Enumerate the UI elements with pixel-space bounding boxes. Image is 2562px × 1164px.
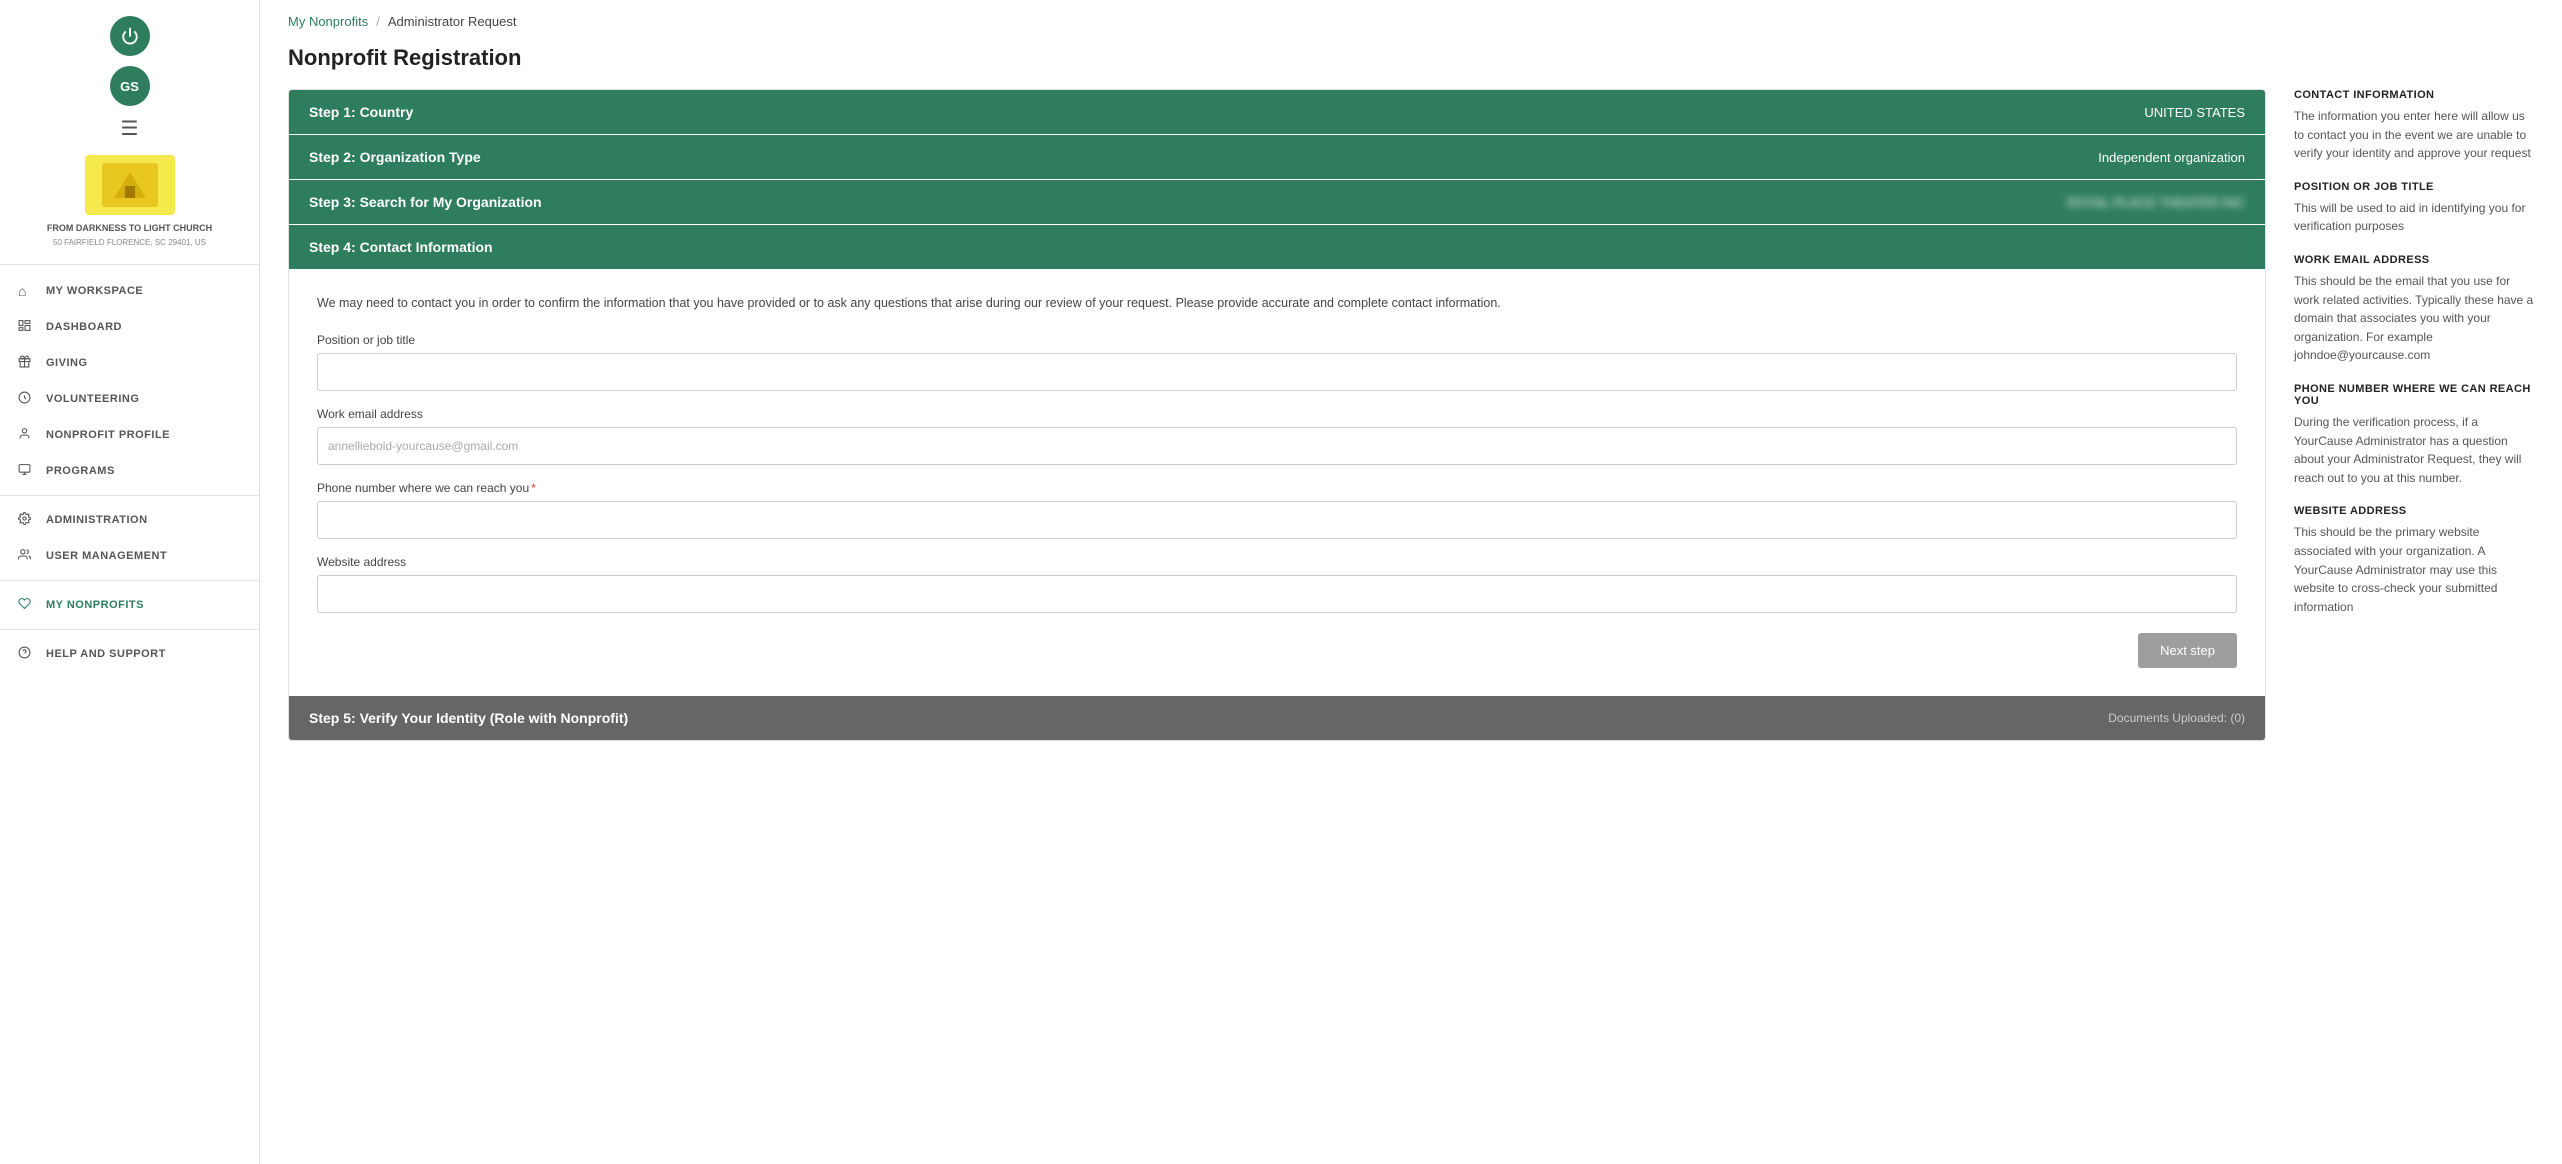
org-logo-image — [102, 163, 158, 207]
right-position-text: This will be used to aid in identifying … — [2294, 199, 2534, 236]
step1-header[interactable]: Step 1: Country UNITED STATES — [289, 90, 2265, 134]
sidebar: GS ☰ FROM DARKNESS TO LIGHT CHURCH 50 FA… — [0, 0, 260, 1164]
right-position-title: POSITION OR JOB TITLE — [2294, 181, 2534, 193]
right-email-title: WORK EMAIL ADDRESS — [2294, 254, 2534, 266]
administration-icon — [18, 512, 34, 528]
sidebar-item-help-and-support[interactable]: HELP AND SUPPORT — [0, 636, 259, 672]
step5-label: Step 5: Verify Your Identity (Role with … — [309, 710, 628, 726]
giving-icon — [18, 355, 34, 371]
right-section-website: WEBSITE ADDRESS This should be the prima… — [2294, 505, 2534, 616]
sidebar-item-dashboard[interactable]: DASHBOARD — [0, 309, 259, 345]
power-button[interactable] — [110, 16, 150, 56]
breadcrumb-separator: / — [376, 14, 380, 29]
website-label: Website address — [317, 555, 2237, 569]
hamburger-menu[interactable]: ☰ — [121, 116, 139, 141]
position-input[interactable] — [317, 353, 2237, 391]
breadcrumb-current: Administrator Request — [388, 14, 517, 29]
step2-label: Step 2: Organization Type — [309, 149, 481, 165]
position-field: Position or job title — [317, 333, 2237, 391]
volunteering-icon — [18, 391, 34, 407]
sidebar-navigation: ⌂ MY WORKSPACE DASHBOARD GIVING VOLUNTEE… — [0, 273, 259, 672]
step5-header[interactable]: Step 5: Verify Your Identity (Role with … — [289, 696, 2265, 740]
form-body: We may need to contact you in order to c… — [289, 269, 2265, 696]
phone-field: Phone number where we can reach you* — [317, 481, 2237, 539]
step2-header[interactable]: Step 2: Organization Type Independent or… — [289, 135, 2265, 179]
sidebar-item-giving[interactable]: GIVING — [0, 345, 259, 381]
website-input[interactable] — [317, 575, 2237, 613]
sidebar-item-user-management[interactable]: USER MANAGEMENT — [0, 538, 259, 574]
email-input[interactable] — [317, 427, 2237, 465]
form-panel: Step 1: Country UNITED STATES Step 2: Or… — [288, 89, 2266, 741]
step2-value: Independent organization — [2098, 150, 2245, 165]
next-step-button[interactable]: Next step — [2138, 633, 2237, 668]
org-name: FROM DARKNESS TO LIGHT CHURCH — [37, 223, 222, 235]
programs-icon — [18, 463, 34, 479]
org-address: 50 FAIRFIELD FLORENCE, SC 29401, US — [45, 237, 214, 248]
form-description: We may need to contact you in order to c… — [317, 293, 2237, 313]
org-logo — [85, 155, 175, 215]
next-step-row: Next step — [317, 629, 2237, 676]
step1-value: UNITED STATES — [2144, 105, 2245, 120]
right-website-title: WEBSITE ADDRESS — [2294, 505, 2534, 517]
email-field: Work email address — [317, 407, 2237, 465]
right-email-text: This should be the email that you use fo… — [2294, 272, 2534, 365]
sidebar-item-programs[interactable]: PROGRAMS — [0, 453, 259, 489]
right-phone-title: PHONE NUMBER WHERE WE CAN REACH YOU — [2294, 383, 2534, 407]
users-icon — [18, 548, 34, 564]
right-phone-text: During the verification process, if a Yo… — [2294, 413, 2534, 487]
profile-icon — [18, 427, 34, 443]
step4-header[interactable]: Step 4: Contact Information — [289, 225, 2265, 269]
dashboard-icon — [18, 319, 34, 335]
right-contact-title: CONTACT INFORMATION — [2294, 89, 2534, 101]
right-section-contact: CONTACT INFORMATION The information you … — [2294, 89, 2534, 163]
sidebar-divider-mid — [0, 495, 259, 496]
sidebar-item-my-nonprofits[interactable]: MY NONPROFITS — [0, 587, 259, 623]
step5-value: Documents Uploaded: (0) — [2108, 711, 2245, 725]
sidebar-item-administration[interactable]: ADMINISTRATION — [0, 502, 259, 538]
step1-label: Step 1: Country — [309, 104, 413, 120]
help-icon — [18, 646, 34, 662]
avatar[interactable]: GS — [110, 66, 150, 106]
right-website-text: This should be the primary website assoc… — [2294, 523, 2534, 616]
heart-icon — [18, 597, 34, 613]
home-icon: ⌂ — [18, 283, 34, 299]
right-section-phone: PHONE NUMBER WHERE WE CAN REACH YOU Duri… — [2294, 383, 2534, 487]
page-title: Nonprofit Registration — [260, 37, 2562, 89]
website-field: Website address — [317, 555, 2237, 613]
sidebar-item-my-workspace[interactable]: ⌂ MY WORKSPACE — [0, 273, 259, 309]
sidebar-divider-top — [0, 264, 259, 265]
step4-label: Step 4: Contact Information — [309, 239, 493, 255]
main-content: My Nonprofits / Administrator Request No… — [260, 0, 2562, 1164]
breadcrumb-link[interactable]: My Nonprofits — [288, 14, 368, 29]
email-label: Work email address — [317, 407, 2237, 421]
phone-label: Phone number where we can reach you* — [317, 481, 2237, 495]
sidebar-item-volunteering[interactable]: VOLUNTEERING — [0, 381, 259, 417]
step3-header[interactable]: Step 3: Search for My Organization ROYAL… — [289, 180, 2265, 224]
sidebar-item-nonprofit-profile[interactable]: NONPROFIT PROFILE — [0, 417, 259, 453]
step3-value: ROYAL PLACE THEATER INC — [2067, 195, 2245, 210]
breadcrumb: My Nonprofits / Administrator Request — [260, 0, 2562, 37]
right-section-email: WORK EMAIL ADDRESS This should be the em… — [2294, 254, 2534, 365]
phone-input[interactable] — [317, 501, 2237, 539]
sidebar-divider-mid2 — [0, 580, 259, 581]
right-section-position: POSITION OR JOB TITLE This will be used … — [2294, 181, 2534, 236]
right-panel: CONTACT INFORMATION The information you … — [2294, 89, 2534, 741]
right-contact-text: The information you enter here will allo… — [2294, 107, 2534, 163]
content-area: Step 1: Country UNITED STATES Step 2: Or… — [260, 89, 2562, 769]
sidebar-divider-bottom — [0, 629, 259, 630]
required-asterisk: * — [531, 481, 536, 495]
position-label: Position or job title — [317, 333, 2237, 347]
step3-label: Step 3: Search for My Organization — [309, 194, 542, 210]
